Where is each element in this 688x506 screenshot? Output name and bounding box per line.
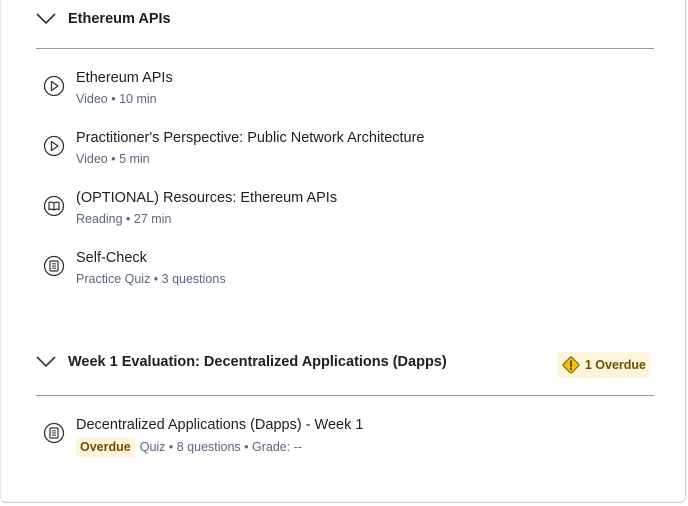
item-meta: Video • 5 min xyxy=(76,152,150,166)
section-title: Week 1 Evaluation: Decentralized Applica… xyxy=(68,354,447,370)
section-header-ethereum-apis[interactable]: Ethereum APIs xyxy=(36,11,654,27)
item-meta: Reading • 27 min xyxy=(76,212,172,226)
item-meta: Video • 10 min xyxy=(76,92,157,106)
quiz-icon xyxy=(43,255,65,277)
overdue-count-text: 1 Overdue xyxy=(584,358,646,372)
item-title[interactable]: Self-Check xyxy=(76,248,226,268)
play-circle-icon xyxy=(43,75,65,97)
overdue-count-badge: 1 Overdue xyxy=(556,352,650,378)
item-title[interactable]: (OPTIONAL) Resources: Ethereum APIs xyxy=(76,188,337,208)
item-meta: Practice Quiz • 3 questions xyxy=(76,272,226,286)
item-title[interactable]: Practitioner's Perspective: Public Netwo… xyxy=(76,128,425,148)
quiz-icon xyxy=(43,422,65,444)
section-divider xyxy=(36,395,654,396)
list-item[interactable]: Practitioner's Perspective: Public Netwo… xyxy=(42,128,642,168)
list-item[interactable]: (OPTIONAL) Resources: Ethereum APIs Read… xyxy=(42,188,642,228)
item-meta: Quiz • 8 questions • Grade: -- xyxy=(139,440,303,454)
warning-icon xyxy=(562,356,580,374)
list-item[interactable]: Self-Check Practice Quiz • 3 questions xyxy=(42,248,642,288)
chevron-down-icon[interactable] xyxy=(36,356,56,368)
play-circle-icon xyxy=(43,135,65,157)
list-item[interactable]: Ethereum APIs Video • 10 min xyxy=(42,68,642,108)
module-card: Ethereum APIs Ethereum APIs Video • 10 m… xyxy=(0,0,686,503)
item-meta-row: Overdue Quiz • 8 questions • Grade: -- xyxy=(76,437,363,457)
status-badge: Overdue xyxy=(76,437,135,457)
item-title[interactable]: Decentralized Applications (Dapps) - Wee… xyxy=(76,415,363,435)
item-title[interactable]: Ethereum APIs xyxy=(76,68,173,88)
chevron-down-icon[interactable] xyxy=(36,13,56,25)
list-item[interactable]: Decentralized Applications (Dapps) - Wee… xyxy=(42,415,642,457)
book-icon xyxy=(43,195,65,217)
section-divider xyxy=(36,48,654,49)
section-title: Ethereum APIs xyxy=(68,11,171,27)
